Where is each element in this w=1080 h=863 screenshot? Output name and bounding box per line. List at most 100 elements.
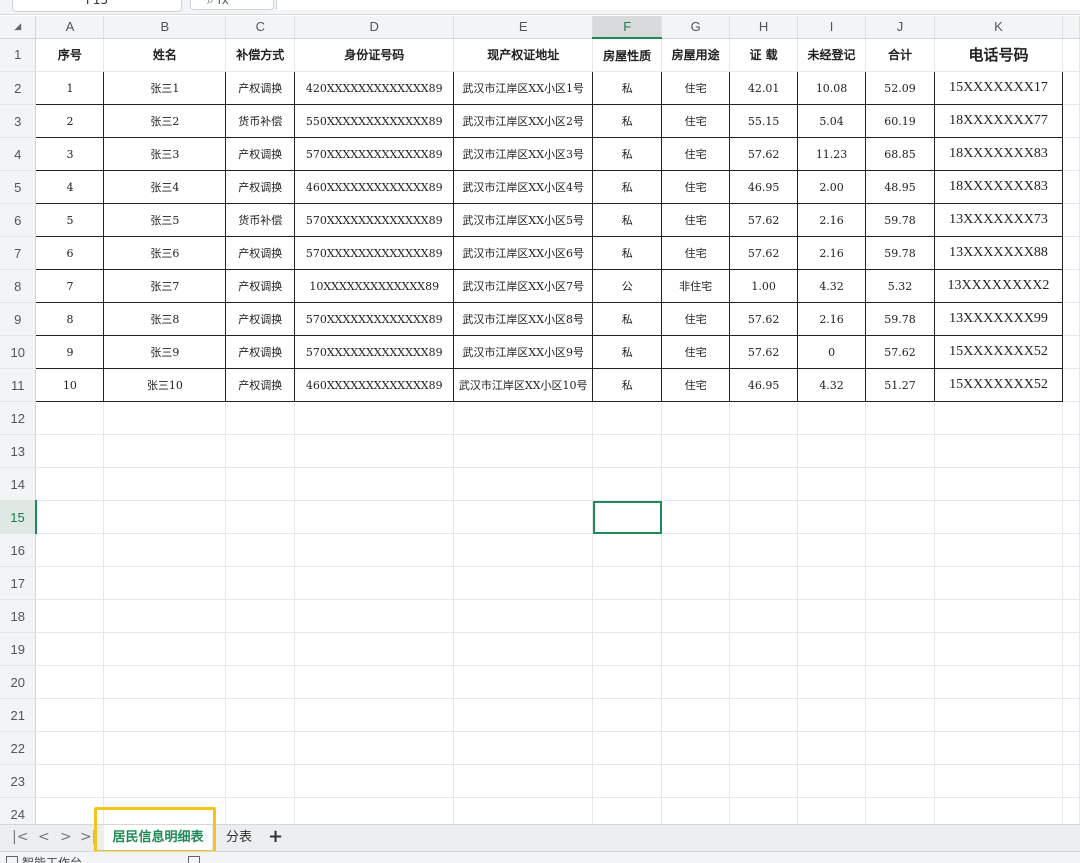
cell[interactable] <box>294 401 455 435</box>
cell[interactable]: 15XXXXXXX52 <box>933 368 1063 402</box>
column-header-d[interactable]: D <box>294 16 455 39</box>
row-header[interactable]: 14 <box>0 467 37 501</box>
cell[interactable]: 张三3 <box>103 137 227 171</box>
cell[interactable]: 420XXXXXXXXXXXXX89 <box>294 71 455 105</box>
cell[interactable] <box>294 731 455 765</box>
cell[interactable] <box>294 533 455 567</box>
row-header[interactable]: 7 <box>0 236 37 270</box>
cell[interactable] <box>797 533 867 567</box>
column-header-f[interactable]: F <box>592 16 663 39</box>
cell[interactable]: 10XXXXXXXXXXXXX89 <box>294 269 455 303</box>
cell[interactable] <box>729 632 799 666</box>
cell[interactable] <box>103 764 227 798</box>
cell[interactable]: 10.08 <box>797 71 867 105</box>
cell[interactable]: 3 <box>35 137 105 171</box>
cell[interactable] <box>592 599 663 633</box>
cell[interactable] <box>729 665 799 699</box>
cell[interactable] <box>225 566 296 600</box>
cell[interactable] <box>729 467 799 501</box>
row-header[interactable]: 15 <box>0 500 37 534</box>
cell[interactable]: 张三9 <box>103 335 227 369</box>
cell[interactable] <box>592 665 663 699</box>
cell[interactable]: 私 <box>592 368 663 402</box>
cell[interactable]: 2.16 <box>797 302 867 336</box>
cell[interactable] <box>35 665 105 699</box>
row-header[interactable]: 6 <box>0 203 37 237</box>
cell[interactable] <box>225 401 296 435</box>
cell[interactable] <box>729 401 799 435</box>
cell[interactable] <box>865 698 935 732</box>
cell[interactable] <box>453 467 594 501</box>
cell[interactable] <box>35 698 105 732</box>
cell[interactable] <box>934 533 1063 567</box>
cell[interactable] <box>225 731 296 765</box>
cell[interactable]: 住宅 <box>661 137 731 171</box>
cell[interactable] <box>294 599 455 633</box>
cell[interactable] <box>661 764 731 798</box>
cell[interactable] <box>934 665 1063 699</box>
cell[interactable] <box>294 764 455 798</box>
column-header-i[interactable]: I <box>797 16 867 39</box>
cell[interactable] <box>453 599 594 633</box>
cell[interactable] <box>865 599 935 633</box>
cell[interactable] <box>729 566 799 600</box>
cell[interactable] <box>934 401 1063 435</box>
cell[interactable]: 2 <box>35 104 105 138</box>
cell[interactable]: 57.62 <box>729 203 799 237</box>
row-header[interactable]: 22 <box>0 731 37 765</box>
cell[interactable] <box>797 467 867 501</box>
cell[interactable]: 武汉市江岸区XX小区1号 <box>453 71 594 105</box>
cell[interactable] <box>661 599 731 633</box>
cell[interactable] <box>225 698 296 732</box>
cell[interactable] <box>865 434 935 468</box>
column-header-c[interactable]: C <box>225 16 296 39</box>
cell[interactable] <box>797 665 867 699</box>
cell[interactable]: 公 <box>592 269 663 303</box>
cell[interactable]: 46.95 <box>729 170 799 204</box>
cell[interactable]: 张三2 <box>103 104 227 138</box>
cell[interactable]: 570XXXXXXXXXXXXX89 <box>294 302 455 336</box>
cell[interactable] <box>865 632 935 666</box>
cell[interactable] <box>592 731 663 765</box>
cell[interactable] <box>592 500 663 534</box>
cell[interactable] <box>225 500 296 534</box>
column-header-g[interactable]: G <box>661 16 731 39</box>
column-header-h[interactable]: H <box>729 16 799 39</box>
cell[interactable]: 非住宅 <box>661 269 731 303</box>
row-header[interactable]: 21 <box>0 698 37 732</box>
cell[interactable] <box>294 566 455 600</box>
cell[interactable]: 51.27 <box>865 368 935 402</box>
cell[interactable] <box>35 401 105 435</box>
cell[interactable] <box>661 698 731 732</box>
cell[interactable]: 货币补偿 <box>225 104 296 138</box>
column-header-e[interactable]: E <box>453 16 594 39</box>
cell[interactable]: 住宅 <box>661 302 731 336</box>
formula-input[interactable] <box>276 0 1080 10</box>
header-cell[interactable]: 补偿方式 <box>225 38 296 72</box>
cell[interactable] <box>35 764 105 798</box>
header-cell[interactable]: 房屋用途 <box>661 38 731 72</box>
select-all-corner[interactable]: ◢ <box>0 16 37 39</box>
cell[interactable]: 住宅 <box>661 104 731 138</box>
cell[interactable]: 产权调换 <box>225 269 296 303</box>
cell[interactable] <box>103 533 227 567</box>
cell[interactable]: 住宅 <box>661 236 731 270</box>
cell[interactable] <box>661 665 731 699</box>
cell[interactable] <box>103 500 227 534</box>
cell[interactable]: 住宅 <box>661 335 731 369</box>
cell[interactable] <box>934 731 1063 765</box>
cell[interactable]: 私 <box>592 335 663 369</box>
cell[interactable]: 13XXXXXXX88 <box>933 236 1063 270</box>
cell[interactable]: 1.00 <box>729 269 799 303</box>
cell[interactable]: 住宅 <box>661 203 731 237</box>
cell[interactable] <box>592 401 663 435</box>
cell[interactable] <box>103 599 227 633</box>
cell[interactable]: 武汉市江岸区XX小区10号 <box>453 368 594 402</box>
cell[interactable]: 59.78 <box>865 203 935 237</box>
cell[interactable] <box>103 698 227 732</box>
cell[interactable]: 产权调换 <box>225 137 296 171</box>
cell[interactable] <box>294 467 455 501</box>
fx-icon[interactable]: ⌕ fx <box>190 0 274 10</box>
cell[interactable] <box>797 599 867 633</box>
first-sheet-icon[interactable]: |< <box>12 829 28 845</box>
